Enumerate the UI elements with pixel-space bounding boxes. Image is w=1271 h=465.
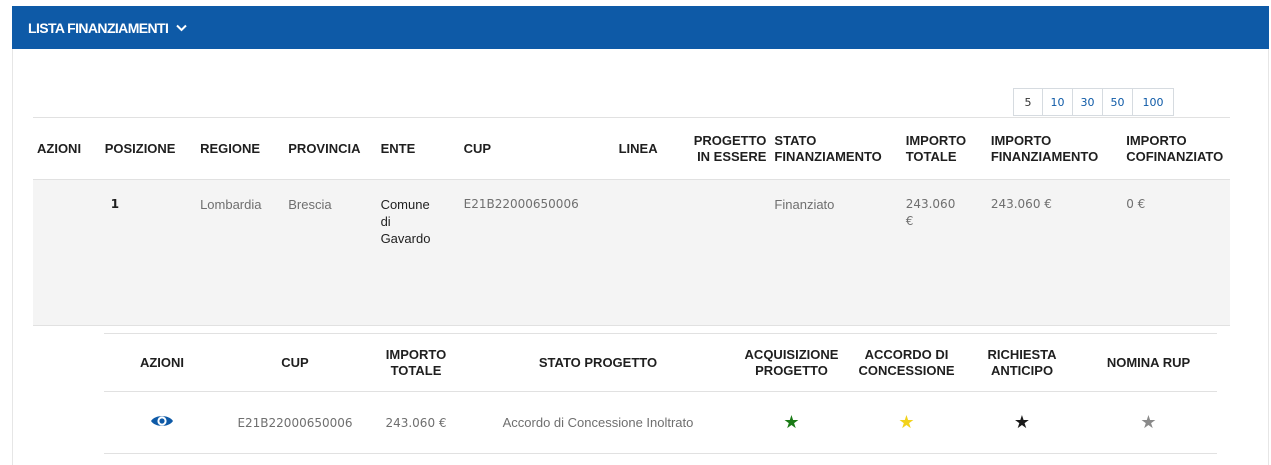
col-imp-cof-line1: IMPORTO	[1126, 132, 1187, 148]
sub-col-acq-line1: ACQUISIZIONE	[744, 346, 839, 362]
page-size-5[interactable]: 5	[1013, 88, 1043, 116]
page-size-50[interactable]: 50	[1102, 88, 1133, 116]
chevron-down-icon[interactable]	[176, 19, 187, 37]
sub-col-importo-totale: IMPORTO TOTALE	[370, 333, 462, 392]
sub-cell-azioni	[104, 391, 220, 454]
imp-tot-val-line1: 243.060	[905, 197, 956, 211]
col-regione[interactable]: REGIONE	[196, 117, 285, 180]
col-progetto-in-essere[interactable]: PROGETTO IN ESSERE	[681, 117, 771, 180]
sub-col-azioni: AZIONI	[104, 333, 220, 392]
star-icon-gray: ★	[1140, 412, 1157, 432]
cell-ente: Comune di Gavardo	[376, 179, 460, 326]
ente-line2: di	[380, 214, 391, 229]
col-provincia[interactable]: PROVINCIA	[284, 117, 377, 180]
page-size-10[interactable]: 10	[1042, 88, 1073, 116]
col-cup[interactable]: CUP	[459, 117, 596, 180]
star-icon-black: ★	[1013, 412, 1031, 432]
list-header[interactable]: LISTA FINANZIAMENTI	[12, 6, 1269, 49]
cell-cup: E21B22000650006	[459, 179, 596, 326]
col-stato-line1: STATO	[774, 132, 817, 148]
cell-importo-cofinanziato: 0 €	[1122, 179, 1230, 326]
col-imp-cof-line2: COFINANZIATO	[1126, 148, 1224, 164]
eye-icon[interactable]	[150, 413, 174, 432]
sub-col-ric-line2: ANTICIPO	[990, 362, 1054, 378]
col-posizione[interactable]: POSIZIONE	[100, 117, 197, 180]
col-imp-tot-line1: IMPORTO	[905, 132, 967, 148]
sub-col-acc-line1: ACCORDO DI	[864, 346, 949, 362]
sub-cell-stato-progetto: Accordo di Concessione Inoltrato	[462, 391, 734, 454]
sub-cell-importo-totale: 243.060 €	[370, 391, 462, 454]
col-importo-totale[interactable]: IMPORTO TOTALE	[901, 117, 987, 180]
col-importo-finanziamento[interactable]: IMPORTO FINANZIAMENTO	[986, 117, 1123, 180]
col-azioni: AZIONI	[33, 117, 101, 180]
progetti-subtable: AZIONI CUP IMPORTO TOTALE STATO PROGETTO …	[104, 333, 1217, 454]
cell-importo-finanziamento: 243.060 €	[986, 179, 1123, 326]
table-header-row: AZIONI POSIZIONE REGIONE PROVINCIA ENTE …	[33, 117, 1230, 180]
sub-cell-acquisizione: ★	[734, 391, 849, 454]
cell-stato-finanziamento: Finanziato	[770, 179, 902, 326]
subtable-header-row: AZIONI CUP IMPORTO TOTALE STATO PROGETTO …	[104, 333, 1217, 392]
sub-col-acquisizione: ACQUISIZIONE PROGETTO	[734, 333, 849, 392]
sub-col-accordo: ACCORDO DI CONCESSIONE	[849, 333, 964, 392]
page-size-100[interactable]: 100	[1132, 88, 1174, 116]
finanziamenti-table: AZIONI POSIZIONE REGIONE PROVINCIA ENTE …	[33, 117, 1230, 326]
cell-regione: Lombardia	[196, 179, 285, 326]
ente-line1: Comune	[380, 197, 430, 212]
col-linea[interactable]: LINEA	[595, 117, 682, 180]
star-icon-yellow: ★	[898, 412, 915, 432]
col-progetto-line2: IN ESSERE	[697, 148, 767, 164]
table-row[interactable]: 1 Lombardia Brescia Comune di Gavardo E21B…	[33, 179, 1230, 326]
cell-azioni	[33, 179, 101, 326]
sub-cell-richiesta: ★	[964, 391, 1080, 454]
list-title: LISTA FINANZIAMENTI	[28, 19, 169, 36]
sub-col-imp-line1: IMPORTO	[385, 346, 447, 362]
col-ente[interactable]: ENTE	[376, 117, 460, 180]
ente-line3: Gavardo	[380, 231, 431, 246]
page-size-selector: 5 10 30 50 100	[1013, 88, 1174, 116]
sub-cell-accordo: ★	[849, 391, 964, 454]
sub-col-acq-line2: PROGETTO	[755, 362, 828, 378]
cell-progetto-in-essere	[681, 179, 771, 326]
sub-col-cup: CUP	[220, 333, 370, 392]
star-icon-green: ★	[783, 412, 800, 432]
cell-linea	[595, 179, 682, 326]
col-stato-finanziamento[interactable]: STATO FINANZIAMENTO	[770, 117, 902, 180]
sub-col-richiesta: RICHIESTA ANTICIPO	[964, 333, 1080, 392]
col-imp-fin-line1: IMPORTO	[990, 132, 1052, 148]
col-imp-tot-line2: TOTALE	[905, 148, 957, 164]
sub-col-nomina-rup: NOMINA RUP	[1080, 333, 1217, 392]
sub-col-imp-line2: TOTALE	[390, 362, 442, 378]
subtable-row: E21B22000650006 243.060 € Accordo di Con…	[104, 391, 1217, 454]
sub-cell-nomina-rup: ★	[1080, 391, 1217, 454]
sub-col-ric-line1: RICHIESTA	[987, 346, 1057, 362]
sub-col-acc-line2: CONCESSIONE	[858, 362, 955, 378]
col-imp-fin-line2: FINANZIAMENTO	[990, 148, 1099, 164]
sub-cell-cup: E21B22000650006	[220, 391, 370, 454]
page-size-30[interactable]: 30	[1072, 88, 1103, 116]
sub-col-stato-progetto: STATO PROGETTO	[462, 333, 734, 392]
cell-importo-totale: 243.060 €	[901, 179, 987, 326]
col-progetto-line1: PROGETTO	[693, 132, 767, 148]
cell-provincia: Brescia	[284, 179, 377, 326]
col-importo-cofinanziato[interactable]: IMPORTO COFINANZIATO	[1122, 117, 1230, 180]
col-stato-line2: FINANZIAMENTO	[774, 148, 882, 164]
cell-posizione: 1	[100, 179, 197, 326]
imp-tot-val-line2: €	[905, 214, 914, 228]
